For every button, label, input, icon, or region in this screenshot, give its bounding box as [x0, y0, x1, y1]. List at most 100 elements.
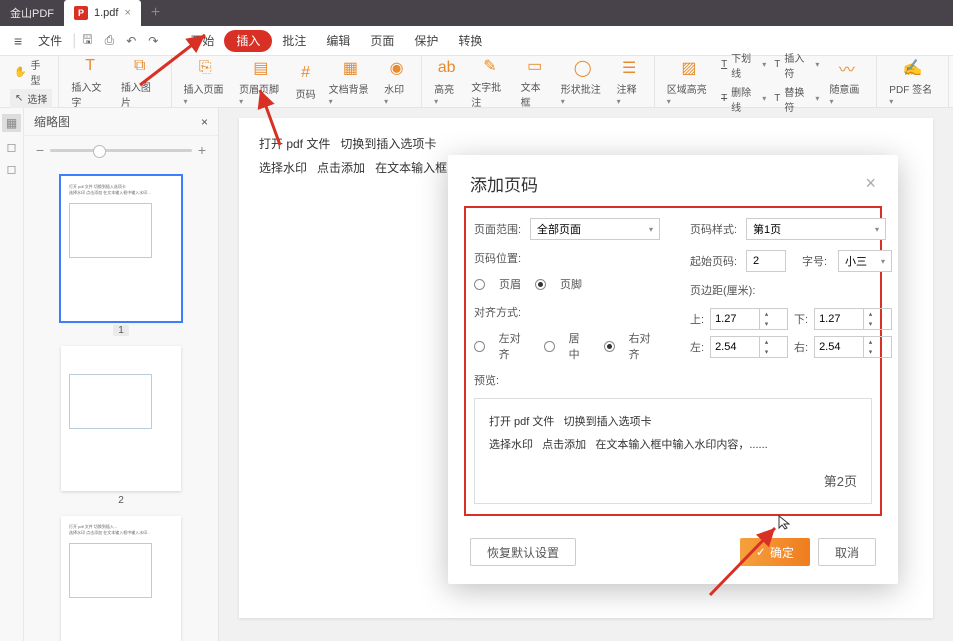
tool-hand[interactable]: ✋手型 [10, 55, 52, 89]
side-nav: ▦ ◻ ◻ [0, 108, 24, 641]
zoom-in-icon[interactable]: + [198, 142, 206, 158]
style-select[interactable]: 第1页▾ [746, 218, 886, 240]
margin-left-input[interactable]: ▴▾ [710, 336, 788, 358]
tool-replace-mark[interactable]: T替换符▾ [770, 82, 823, 116]
underline-icon: T [721, 59, 727, 70]
close-tab-icon[interactable]: × [124, 7, 130, 19]
thumbnail-page-3[interactable]: 打开 pdf 文件 切换到插入... 选择水印 点击添加 在文本输入框中输入水印… [61, 516, 181, 641]
redo-icon[interactable]: ↷ [142, 34, 164, 48]
thumbnail-page-2[interactable] [61, 346, 181, 491]
tool-header-footer[interactable]: ▤页眉页脚 ▾ [233, 53, 289, 111]
margin-right-input[interactable]: ▴▾ [814, 336, 892, 358]
area-highlight-icon: ▨ [678, 57, 700, 79]
range-select[interactable]: 全部页面▾ [530, 218, 660, 240]
page-number-icon: # [295, 62, 317, 84]
menu-insert[interactable]: 插入 [224, 30, 272, 52]
document-tab[interactable]: P 1.pdf × [64, 0, 141, 26]
tool-textbox[interactable]: ▭文本框 [515, 51, 555, 113]
menu-annotate[interactable]: 批注 [272, 26, 316, 56]
menu-start[interactable]: 开始 [180, 26, 224, 56]
font-label: 字号: [802, 253, 832, 269]
tool-insert-image[interactable]: ⧉插入图片 [115, 51, 165, 113]
add-tab-button[interactable]: + [141, 4, 170, 22]
tool-strikethrough[interactable]: T删除线▾ [717, 82, 770, 116]
add-page-number-dialog: 添加页码 × 页面范围: 全部页面▾ 页码位置: 页眉 页脚 对齐方式: [448, 155, 898, 584]
insert-mark-icon: T [774, 59, 780, 70]
chevron-down-icon: ▾ [881, 257, 885, 266]
tool-text-annotate[interactable]: ✎文字批注 [465, 51, 514, 113]
thumbnail-zoom-slider[interactable]: − + [24, 136, 218, 164]
textbox-icon: ▭ [524, 55, 546, 77]
tool-insert-text[interactable]: T插入文字 [65, 51, 115, 113]
toolbar: ✋手型 ↖选择 T插入文字 ⧉插入图片 ⎘插入页面 ▾ ▤页眉页脚 ▾ #页码 … [0, 56, 953, 108]
thumbnail-page-1[interactable]: 打开 pdf 文件 切换到插入选项卡 选择水印 点击添加 在文本输入框中输入水印… [61, 176, 181, 321]
sign-icon: ✍ [902, 57, 924, 79]
tab-label: 1.pdf [94, 7, 118, 19]
position-label: 页码位置: [474, 250, 524, 266]
margin-bottom-input[interactable]: ▴▾ [814, 308, 892, 330]
tool-underline[interactable]: T下划线▾ [717, 48, 770, 82]
replace-mark-icon: T [774, 93, 780, 104]
tool-pdf-sign[interactable]: ✍PDF 签名 ▾ [883, 53, 942, 111]
close-icon[interactable]: × [865, 173, 876, 194]
radio-align-right[interactable] [604, 341, 615, 352]
thumbnails-title: 缩略图 [34, 113, 70, 130]
thumbnail-num: 2 [113, 495, 129, 506]
tool-comment[interactable]: ☰注释 ▾ [611, 53, 648, 111]
nav-thumbnails-icon[interactable]: ▦ [2, 114, 21, 132]
shape-icon: ◯ [572, 57, 594, 79]
font-size-select[interactable]: 小三▾ [838, 250, 892, 272]
watermark-icon: ◉ [386, 57, 408, 79]
save-icon[interactable]: 🖫 [76, 30, 98, 51]
comment-icon: ☰ [618, 57, 640, 79]
tool-page-number[interactable]: #页码 [289, 58, 323, 105]
menu-edit[interactable]: 编辑 [316, 26, 360, 56]
style-label: 页码样式: [690, 221, 740, 237]
header-footer-icon: ▤ [250, 57, 272, 79]
start-page-input[interactable] [746, 250, 786, 272]
dialog-title: 添加页码 [470, 171, 538, 196]
range-label: 页面范围: [474, 221, 524, 237]
radio-align-center[interactable] [544, 341, 555, 352]
menu-page[interactable]: 页面 [360, 26, 404, 56]
text-annotate-icon: ✎ [479, 55, 501, 77]
cancel-button[interactable]: 取消 [818, 538, 876, 566]
thumbnails-panel: 缩略图 × − + 打开 pdf 文件 切换到插入选项卡 选择水印 点击添加 在… [24, 108, 219, 641]
hamburger-icon[interactable]: ≡ [8, 33, 28, 49]
margin-top-input[interactable]: ▴▾ [710, 308, 788, 330]
nav-bookmark-icon[interactable]: ◻ [7, 140, 17, 154]
zoom-out-icon[interactable]: − [36, 142, 44, 158]
nav-attachment-icon[interactable]: ◻ [7, 162, 17, 176]
print-icon[interactable]: ⎙ [99, 33, 121, 48]
radio-align-left[interactable] [474, 341, 485, 352]
start-label: 起始页码: [690, 253, 740, 269]
highlight-icon: ab [436, 57, 458, 79]
hand-icon: ✋ [14, 67, 26, 78]
dialog-body: 页面范围: 全部页面▾ 页码位置: 页眉 页脚 对齐方式: 左对齐 居中 右对齐 [464, 206, 882, 516]
menu-protect[interactable]: 保护 [404, 26, 448, 56]
titlebar: 金山PDF P 1.pdf × + [0, 0, 953, 26]
tool-area-highlight[interactable]: ▨区域高亮 ▾ [661, 53, 717, 111]
close-panel-icon[interactable]: × [201, 115, 208, 129]
tool-doc-background[interactable]: ▦文档背景 ▾ [323, 53, 379, 111]
tool-insert-mark[interactable]: T插入符▾ [770, 48, 823, 82]
restore-defaults-button[interactable]: 恢复默认设置 [470, 538, 576, 566]
radio-footer[interactable] [535, 279, 546, 290]
tool-select[interactable]: ↖选择 [10, 89, 52, 108]
text-icon: T [79, 55, 101, 77]
tool-shape-annotate[interactable]: ◯形状批注 ▾ [555, 53, 611, 111]
ok-button[interactable]: ✓确定 [740, 538, 810, 566]
preview-box: 打开 pdf 文件 切换到插入选项卡 选择水印 点击添加 在文本输入框中输入水印… [474, 398, 872, 504]
radio-header[interactable] [474, 279, 485, 290]
margin-label: 页边距(厘米): [690, 282, 755, 298]
preview-label: 预览: [474, 372, 524, 388]
thumbnail-num: 1 [113, 325, 129, 336]
slider-track[interactable] [50, 149, 192, 152]
undo-icon[interactable]: ↶ [120, 34, 142, 48]
tool-highlight[interactable]: ab高亮 ▾ [428, 53, 465, 111]
tool-insert-page[interactable]: ⎘插入页面 ▾ [178, 53, 234, 111]
tool-watermark[interactable]: ◉水印 ▾ [378, 53, 415, 111]
chevron-down-icon: ▾ [649, 225, 653, 234]
preview-page-number: 第2页 [824, 468, 857, 495]
tool-freehand[interactable]: 〰随意画 ▾ [823, 53, 870, 111]
